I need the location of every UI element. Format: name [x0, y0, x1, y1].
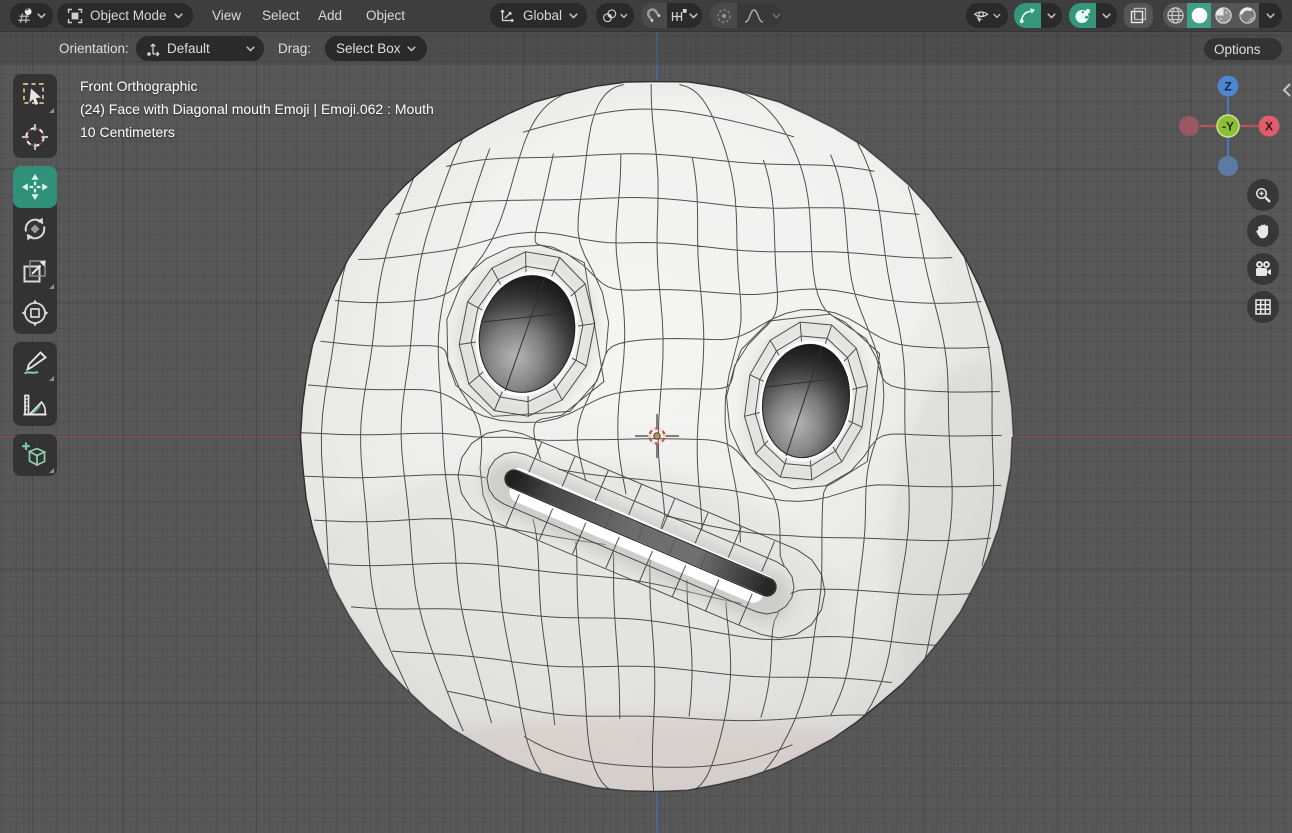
svg-text:X: X	[1265, 120, 1273, 134]
svg-text:Z: Z	[1224, 80, 1231, 94]
svg-text:-Y: -Y	[1222, 120, 1234, 134]
